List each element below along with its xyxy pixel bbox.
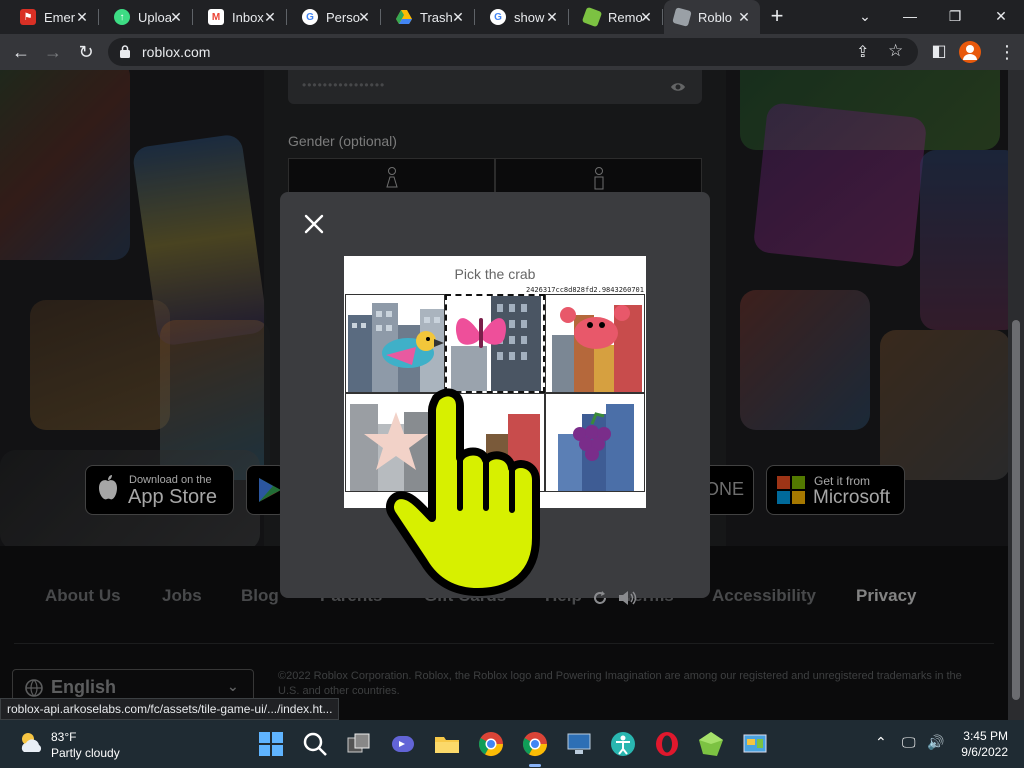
- close-tab-icon[interactable]: ✕: [450, 9, 466, 25]
- gmail-icon: M: [208, 9, 224, 25]
- google-icon: G: [490, 9, 506, 25]
- browser-tab[interactable]: Remo ✕: [574, 0, 663, 34]
- opera-icon[interactable]: [653, 730, 681, 758]
- weather-description[interactable]: Partly cloudy: [51, 746, 120, 760]
- taskbar-time[interactable]: 3:45 PM: [950, 729, 1008, 743]
- control-panel-icon[interactable]: [741, 730, 769, 758]
- reload-challenge-icon[interactable]: [592, 590, 608, 606]
- tab-title: Perso: [326, 9, 360, 25]
- red-flag-icon: ⚑: [20, 9, 36, 25]
- menu-kebab-icon[interactable]: ⋮: [996, 41, 1018, 63]
- browser-tab-active[interactable]: Roblo ✕: [664, 0, 760, 34]
- captcha-tile-parrot[interactable]: [345, 294, 445, 393]
- profile-avatar[interactable]: [959, 41, 981, 63]
- forward-icon[interactable]: →: [42, 41, 64, 63]
- file-explorer-icon[interactable]: [433, 730, 461, 758]
- new-tab-button[interactable]: +: [766, 5, 788, 28]
- close-tab-icon[interactable]: ✕: [262, 9, 278, 25]
- volume-icon[interactable]: 🔊: [927, 734, 944, 751]
- green-cube-icon: [581, 6, 603, 28]
- close-tab-icon[interactable]: ✕: [544, 9, 560, 25]
- tab-title: Inbox: [232, 9, 264, 25]
- close-tab-icon[interactable]: ✕: [356, 9, 372, 25]
- green-cube-app-icon[interactable]: [697, 730, 725, 758]
- windows-taskbar: 83°F Partly cloudy ⌃ 🖵 🔊 3:45 PM 9/6/202…: [0, 720, 1024, 768]
- partly-cloudy-icon[interactable]: [18, 730, 44, 754]
- browser-tab[interactable]: G Perso ✕: [292, 0, 381, 34]
- google-drive-icon: [396, 9, 412, 25]
- tab-title: Uploa: [138, 9, 172, 25]
- parrot-icon: [348, 303, 444, 392]
- captcha-tile-grapes[interactable]: [545, 393, 645, 492]
- accessibility-app-icon[interactable]: [609, 730, 637, 758]
- roblox-icon: [672, 7, 692, 27]
- captcha-prompt: Pick the crab: [454, 266, 536, 282]
- close-tab-icon[interactable]: ✕: [736, 9, 752, 25]
- taskbar-date[interactable]: 9/6/2022: [950, 745, 1008, 759]
- minimize-button[interactable]: —: [897, 4, 923, 28]
- audio-challenge-icon[interactable]: [618, 590, 638, 606]
- task-view-icon[interactable]: [345, 730, 373, 758]
- start-button[interactable]: [257, 730, 285, 758]
- teams-chat-icon[interactable]: [389, 730, 417, 758]
- pointing-hand-cursor-icon: [385, 388, 540, 596]
- browser-tab[interactable]: Trash ✕: [386, 0, 475, 34]
- chrome-active-icon[interactable]: [521, 730, 549, 767]
- weather-temperature[interactable]: 83°F: [51, 730, 76, 744]
- lock-icon: [120, 45, 130, 58]
- close-window-button[interactable]: ✕: [988, 4, 1014, 28]
- address-bar[interactable]: roblox.com ⇪ ☆: [108, 38, 918, 66]
- scrollbar-thumb[interactable]: [1012, 320, 1020, 700]
- crab-icon: [552, 305, 642, 392]
- web-page: •••••••••••••••• Gender (optional) Downl…: [0, 70, 1008, 727]
- captcha-hash: 2426317cc8d828fd2.9843260701: [525, 286, 644, 294]
- side-panel-icon[interactable]: ◧: [928, 41, 950, 63]
- tab-title: show: [514, 9, 545, 25]
- tab-title: Trash: [420, 9, 453, 25]
- captcha-tile-crab[interactable]: [545, 294, 645, 393]
- google-icon: G: [302, 9, 318, 25]
- network-icon[interactable]: 🖵: [902, 734, 916, 751]
- close-tab-icon[interactable]: ✕: [168, 9, 184, 25]
- tab-title: Remo: [608, 9, 642, 25]
- remote-desktop-icon[interactable]: [565, 730, 593, 758]
- tab-title: Roblo: [698, 9, 732, 25]
- grapes-icon: [558, 404, 634, 491]
- browser-tab[interactable]: M Inbox ✕: [198, 0, 287, 34]
- browser-tab[interactable]: ⚑ Emer ✕: [10, 0, 99, 34]
- browser-tab[interactable]: ↑ Uploa ✕: [104, 0, 193, 34]
- close-tab-icon[interactable]: ✕: [74, 9, 90, 25]
- url-text: roblox.com: [142, 44, 211, 60]
- cloud-upload-icon: ↑: [114, 9, 130, 25]
- restore-button[interactable]: ❐: [942, 4, 968, 28]
- link-status-bar: roblox-api.arkoselabs.com/fc/assets/tile…: [0, 698, 340, 720]
- tab-search-icon[interactable]: ⌄: [852, 4, 878, 28]
- search-icon[interactable]: [301, 730, 329, 758]
- show-hidden-icons-chevron[interactable]: ⌃: [875, 734, 887, 751]
- tab-title: Emer: [44, 9, 76, 25]
- browser-toolbar: ← → ↻ roblox.com ⇪ ☆ ◧ ⋮: [0, 34, 1024, 70]
- back-icon[interactable]: ←: [10, 41, 32, 63]
- reload-icon[interactable]: ↻: [75, 41, 97, 63]
- captcha-tile-butterfly[interactable]: [445, 294, 545, 393]
- close-icon[interactable]: [302, 212, 326, 236]
- close-tab-icon[interactable]: ✕: [638, 9, 654, 25]
- browser-tab[interactable]: G show ✕: [480, 0, 569, 34]
- page-scrollbar[interactable]: [1008, 70, 1024, 727]
- share-icon[interactable]: ⇪: [856, 42, 869, 62]
- bookmark-star-icon[interactable]: ☆: [888, 41, 903, 61]
- tab-strip: ⚑ Emer ✕ ↑ Uploa ✕ M Inbox ✕ G Perso ✕ T…: [0, 0, 1024, 34]
- butterfly-icon: [451, 296, 541, 391]
- chrome-icon[interactable]: [477, 730, 505, 758]
